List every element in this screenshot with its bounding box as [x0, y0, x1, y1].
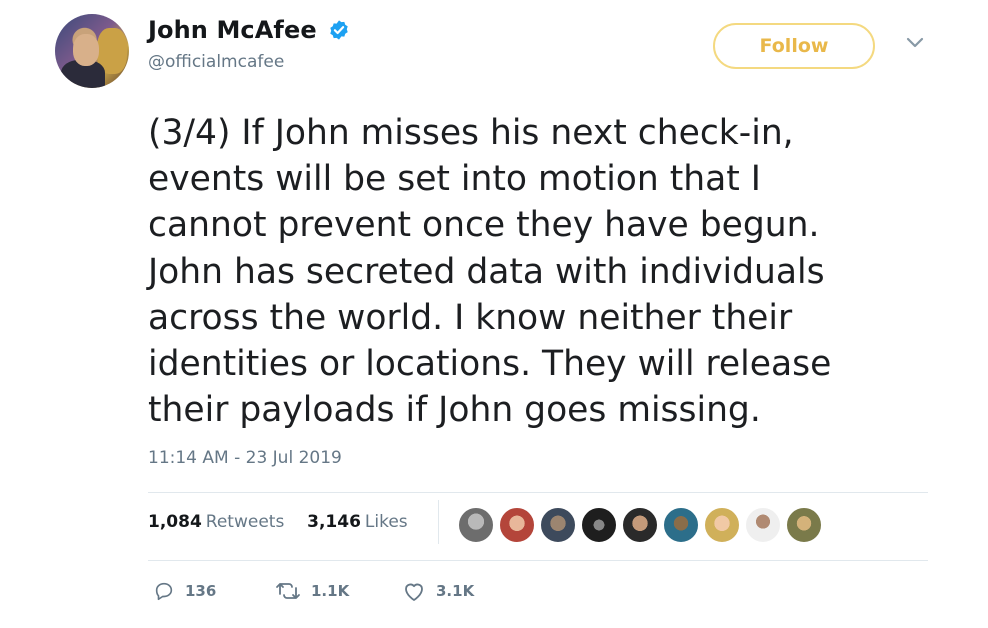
reply-count: 136 — [185, 582, 217, 600]
tweet-stats: 1,084 Retweets 3,146 Likes — [148, 512, 408, 532]
liker-avatar[interactable] — [704, 507, 740, 543]
retweets-label: Retweets — [205, 512, 285, 532]
likes-count: 3,146 — [307, 512, 361, 532]
follow-button[interactable]: Follow — [713, 23, 875, 69]
like-icon — [405, 583, 423, 601]
like-count: 3.1K — [436, 582, 475, 600]
reply-button[interactable]: 136 — [153, 579, 216, 603]
retweet-button[interactable]: 1.1K — [275, 579, 349, 603]
liker-avatar[interactable] — [663, 507, 699, 543]
verified-badge-icon — [330, 20, 348, 40]
avatar-face — [73, 34, 99, 66]
liker-avatar[interactable] — [458, 507, 494, 543]
divider-top — [148, 492, 928, 493]
author-handle[interactable]: @officialmcafee — [148, 52, 350, 72]
author-info: John McAfee @officialmcafee — [148, 16, 350, 72]
author-avatar[interactable] — [55, 14, 129, 88]
liker-avatar[interactable] — [499, 507, 535, 543]
like-button[interactable]: 3.1K — [402, 579, 474, 603]
reply-icon — [155, 582, 173, 601]
liker-avatar[interactable] — [786, 507, 822, 543]
author-name[interactable]: John McAfee — [148, 16, 317, 44]
liker-avatar[interactable] — [540, 507, 576, 543]
tweet-text: (3/4) If John misses his next check-in, … — [148, 113, 832, 431]
liker-avatar[interactable] — [745, 507, 781, 543]
liker-avatar[interactable] — [581, 507, 617, 543]
retweet-icon — [276, 583, 300, 599]
retweets-stat[interactable]: 1,084 Retweets — [148, 512, 290, 532]
likes-label: Likes — [364, 512, 408, 532]
stats-separator — [438, 500, 439, 544]
tweet-timestamp[interactable]: 11:14 AM - 23 Jul 2019 — [148, 448, 342, 468]
liker-avatar[interactable] — [622, 507, 658, 543]
likes-stat[interactable]: 3,146 Likes — [307, 512, 408, 532]
chevron-down-icon[interactable] — [905, 36, 925, 50]
retweet-count: 1.1K — [311, 582, 350, 600]
retweets-count: 1,084 — [148, 512, 202, 532]
divider-bottom — [148, 560, 928, 561]
